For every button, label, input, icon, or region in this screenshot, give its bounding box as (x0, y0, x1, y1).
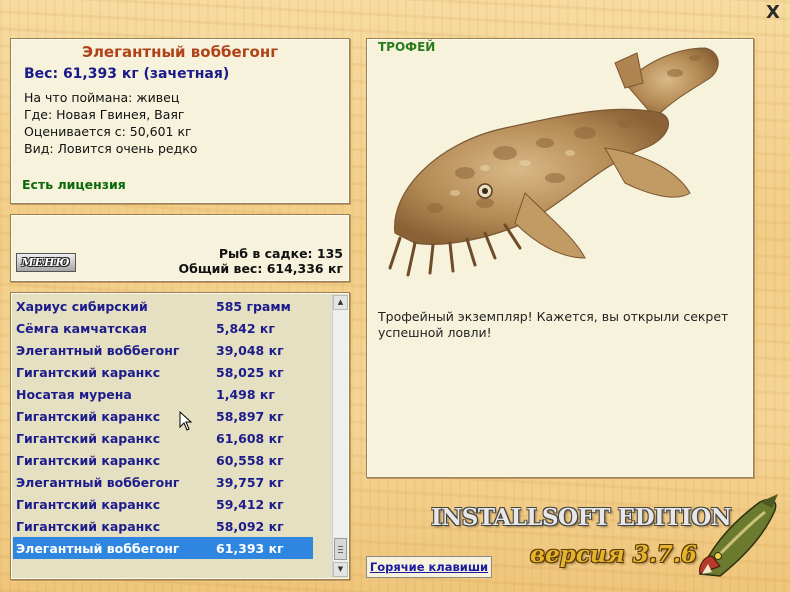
hotkeys-button[interactable]: Горячие клавиши (366, 556, 492, 578)
catch-fish-weight: 61,608 кг (216, 431, 284, 446)
catch-list-item[interactable]: Сёмга камчатская 5,842 кг (13, 317, 313, 339)
catch-fish-weight: 60,558 кг (216, 453, 284, 468)
mouse-pointer-icon (179, 411, 193, 431)
catch-list-item[interactable]: Носатая мурена 1,498 кг (13, 383, 313, 405)
menu-button[interactable]: МЕНЮ (16, 253, 76, 272)
cage-fish-count: Рыб в садке: 135 (218, 246, 343, 261)
catch-fish-weight: 58,897 кг (216, 409, 284, 424)
version-label: версия 3.7.6 (530, 541, 697, 568)
brand-label: INSTALLSOFT EDITION (431, 504, 732, 531)
scrollbar-thumb[interactable] (334, 538, 347, 560)
catch-list-item[interactable]: Гигантский каранкс 61,608 кг (13, 427, 313, 449)
catch-list-panel: Хариус сибирский 585 грамм Сёмга камчатска… (10, 292, 350, 580)
catch-list-item[interactable]: Элегантный воббегонг 61,393 кг (13, 537, 313, 559)
fish-name: Элегантный воббегонг (81, 43, 279, 61)
catch-fish-name: Гигантский каранкс (16, 497, 161, 512)
close-icon[interactable]: X (766, 2, 780, 23)
catch-fish-weight: 61,393 кг (216, 541, 284, 556)
arrow-up-icon[interactable]: ▲ (333, 295, 348, 310)
bait-info: На что поймана: живец (24, 90, 180, 105)
license-status: Есть лицензия (22, 177, 126, 192)
list-scrollbar[interactable]: ▲ ▼ (332, 295, 348, 577)
catch-fish-weight: 1,498 кг (216, 387, 275, 402)
catch-fish-name: Гигантский каранкс (16, 365, 161, 380)
trophy-message: Трофейный экземпляр! Кажется, вы открыли… (378, 309, 729, 340)
catch-list-item[interactable]: Элегантный воббегонг 39,757 кг (13, 471, 313, 493)
catch-fish-weight: 5,842 кг (216, 321, 275, 336)
catch-fish-name: Элегантный воббегонг (16, 541, 180, 556)
catch-fish-weight: 39,048 кг (216, 343, 284, 358)
value-info: Оценивается с: 50,601 кг (24, 124, 192, 139)
catch-fish-weight: 59,412 кг (216, 497, 284, 512)
catch-fish-weight: 585 грамм (216, 299, 291, 314)
catch-fish-name: Гигантский каранкс (16, 519, 161, 534)
catch-fish-weight: 58,092 кг (216, 519, 284, 534)
catch-fish-name: Хариус сибирский (16, 299, 148, 314)
catch-list-item[interactable]: Гигантский каранкс 58,897 кг (13, 405, 313, 427)
catch-list-item[interactable]: Гигантский каранкс 60,558 кг (13, 449, 313, 471)
arrow-down-icon[interactable]: ▼ (333, 562, 348, 577)
fish-weight: Вес: 61,393 кг (зачетная) (24, 66, 230, 82)
catch-fish-weight: 58,025 кг (216, 365, 284, 380)
catch-fish-name: Элегантный воббегонг (16, 475, 180, 490)
fish-info-panel: Элегантный воббегонг Вес: 61,393 кг (зач… (10, 38, 350, 204)
cage-total-weight: Общий вес: 614,336 кг (178, 261, 344, 276)
location-info: Где: Новая Гвинея, Ваяг (24, 107, 185, 122)
close-button[interactable]: X (763, 3, 783, 23)
trophy-panel: ТРОФЕЙ Трофейный экземпляр! Кажется, вы … (366, 38, 754, 478)
catch-fish-name: Сёмга камчатская (16, 321, 147, 336)
catch-fish-name: Элегантный воббегонг (16, 343, 180, 358)
trophy-fish-image (388, 47, 719, 277)
catch-fish-name: Носатая мурена (16, 387, 132, 402)
catch-list[interactable]: Хариус сибирский 585 грамм Сёмга камчатска… (13, 295, 331, 577)
catch-fish-weight: 39,757 кг (216, 475, 284, 490)
catch-list-item[interactable]: Гигантский каранкс 59,412 кг (13, 493, 313, 515)
catch-fish-name: Гигантский каранкс (16, 431, 161, 446)
catch-list-item[interactable]: Гигантский каранкс 58,092 кг (13, 515, 313, 537)
catch-fish-name: Гигантский каранкс (16, 409, 161, 424)
cage-panel: МЕНЮ Рыб в садке: 135 Общий вес: 614,336… (10, 214, 350, 282)
catch-list-item[interactable]: Гигантский каранкс 58,025 кг (13, 361, 313, 383)
rarity-info: Вид: Ловится очень редко (24, 141, 198, 156)
catch-list-item[interactable]: Хариус сибирский 585 грамм (13, 295, 313, 317)
pike-fish-logo-icon (698, 494, 778, 577)
catch-fish-name: Гигантский каранкс (16, 453, 161, 468)
catch-list-item[interactable]: Элегантный воббегонг 39,048 кг (13, 339, 313, 361)
